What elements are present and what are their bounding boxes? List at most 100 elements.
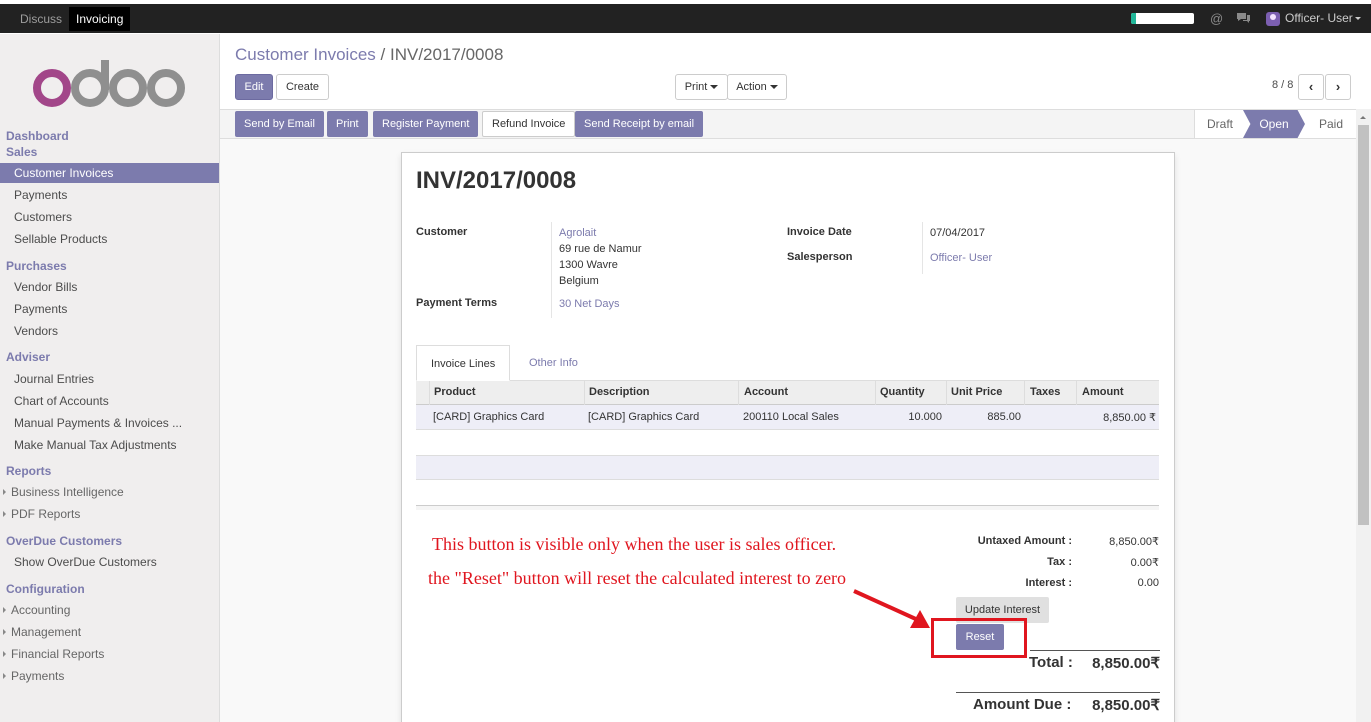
- sidebar-item-label: Business Intelligence: [11, 485, 124, 499]
- sidebar-item-journal-entries[interactable]: Journal Entries: [14, 372, 94, 386]
- salesperson-link[interactable]: Officer- User: [930, 252, 992, 264]
- app-invoicing[interactable]: Invoicing: [69, 7, 131, 31]
- sidebar-item-manual-payments[interactable]: Manual Payments & Invoices ...: [14, 416, 182, 430]
- print-invoice-button[interactable]: Print: [327, 111, 368, 137]
- cell-amount: 8,850.00 ₹: [1103, 412, 1156, 424]
- annotation-arrow-icon: [853, 589, 930, 628]
- user-menu[interactable]: Officer- User: [1285, 11, 1361, 25]
- interest-value: 0.00: [1137, 577, 1159, 589]
- col-amount[interactable]: Amount: [1082, 386, 1124, 398]
- stage-pipeline: Draft Open Paid: [1194, 110, 1356, 138]
- column-divider: [738, 381, 739, 405]
- tab-invoice-lines[interactable]: Invoice Lines: [416, 345, 511, 381]
- invoice-date-label: Invoice Date: [787, 226, 852, 238]
- col-taxes[interactable]: Taxes: [1030, 386, 1060, 398]
- pager-next-button[interactable]: ›: [1325, 74, 1351, 100]
- at-icon[interactable]: @: [1210, 11, 1223, 26]
- sidebar-item-customer-invoices[interactable]: Customer Invoices: [0, 163, 219, 183]
- address-line: 69 rue de Namur: [559, 243, 642, 255]
- column-divider: [875, 381, 876, 405]
- sidebar-item-chart-of-accounts[interactable]: Chart of Accounts: [14, 394, 109, 408]
- statusbar: Send by Email Print Register Payment Ref…: [220, 109, 1356, 139]
- register-payment-button[interactable]: Register Payment: [373, 111, 479, 137]
- table-row[interactable]: [416, 455, 1159, 480]
- send-by-email-button[interactable]: Send by Email: [235, 111, 324, 137]
- sidebar-item-vendor-bills[interactable]: Vendor Bills: [14, 280, 77, 294]
- scroll-up-icon[interactable]: [1360, 113, 1366, 119]
- payment-terms-link[interactable]: 30 Net Days: [559, 298, 620, 310]
- scrollbar[interactable]: [1356, 109, 1371, 722]
- invoice-number: INV/2017/0008: [416, 167, 577, 194]
- address-line: Belgium: [559, 275, 599, 287]
- sidebar-item-vendor-payments[interactable]: Payments: [14, 302, 67, 316]
- stage-draft[interactable]: Draft: [1195, 110, 1245, 138]
- sidebar-item-sellable-products[interactable]: Sellable Products: [14, 232, 107, 246]
- total-value: 8,850.00₹: [1092, 655, 1160, 672]
- field-divider: [922, 222, 923, 274]
- sidebar-item-label: Management: [11, 625, 82, 639]
- breadcrumb-separator: /: [380, 45, 386, 64]
- top-navbar: Discuss Invoicing @ Officer- User: [0, 0, 1371, 34]
- menu-configuration-header: Configuration: [6, 582, 85, 596]
- untaxed-amount-value: 8,850.00₹: [1109, 536, 1159, 548]
- sidebar-item-label: Payments: [11, 669, 65, 683]
- annotation-line-1: This button is visible only when the use…: [432, 534, 837, 554]
- cell-quantity: 10.000: [908, 411, 942, 423]
- app-discuss[interactable]: Discuss: [13, 7, 69, 31]
- stage-paid[interactable]: Paid: [1305, 110, 1357, 138]
- amount-due-value: 8,850.00₹: [1092, 697, 1160, 714]
- customer-link[interactable]: Agrolait: [559, 227, 596, 239]
- chevron-down-icon: [710, 85, 719, 93]
- sidebar-item-show-overdue[interactable]: Show OverDue Customers: [14, 555, 157, 569]
- sidebar-item-accounting[interactable]: Accounting: [2, 603, 70, 617]
- pager-previous-button[interactable]: ‹: [1298, 74, 1324, 100]
- payment-terms-label: Payment Terms: [416, 297, 498, 309]
- edit-button[interactable]: Edit: [235, 74, 273, 100]
- table-row[interactable]: [CARD] Graphics Card [CARD] Graphics Car…: [416, 405, 1159, 430]
- amount-due-divider: [956, 692, 1160, 693]
- col-quantity[interactable]: Quantity: [880, 386, 925, 398]
- stage-open[interactable]: Open: [1243, 110, 1305, 138]
- send-receipt-button[interactable]: Send Receipt by email: [575, 111, 704, 137]
- action-dropdown-label: Action: [736, 81, 767, 93]
- interest-label: Interest :: [1025, 577, 1072, 589]
- menu-dashboard[interactable]: Dashboard: [6, 129, 69, 143]
- col-unit-price[interactable]: Unit Price: [951, 386, 1002, 398]
- scroll-thumb[interactable]: [1358, 125, 1369, 525]
- tab-other-info[interactable]: Other Info: [515, 345, 592, 381]
- progress-bar: [1131, 13, 1194, 24]
- tax-label: Tax :: [1047, 556, 1072, 568]
- print-dropdown[interactable]: Print: [675, 74, 728, 100]
- chat-icon[interactable]: [1236, 11, 1251, 27]
- table-footer: [416, 505, 1159, 510]
- column-divider: [946, 381, 947, 405]
- refund-invoice-button[interactable]: Refund Invoice: [482, 111, 576, 137]
- customer-label: Customer: [416, 226, 468, 238]
- cell-description: [CARD] Graphics Card: [588, 411, 700, 423]
- column-divider: [584, 381, 585, 405]
- create-button[interactable]: Create: [276, 74, 329, 100]
- progress-fill: [1131, 13, 1137, 24]
- sidebar-item-pdf-reports[interactable]: PDF Reports: [2, 507, 81, 521]
- odoo-logo[interactable]: [32, 58, 187, 110]
- action-dropdown[interactable]: Action: [727, 74, 787, 100]
- sidebar-item-manual-tax[interactable]: Make Manual Tax Adjustments: [14, 438, 177, 452]
- col-product[interactable]: Product: [434, 386, 476, 398]
- annotation-highlight-box: [931, 618, 1027, 658]
- sidebar-item-config-payments[interactable]: Payments: [2, 669, 65, 683]
- sidebar-item-label: PDF Reports: [11, 507, 81, 521]
- col-account[interactable]: Account: [744, 386, 788, 398]
- col-description[interactable]: Description: [589, 386, 650, 398]
- breadcrumb: Customer Invoices / INV/2017/0008: [235, 45, 503, 65]
- avatar[interactable]: [1266, 12, 1280, 26]
- untaxed-amount-label: Untaxed Amount :: [977, 535, 1072, 547]
- sidebar-item-management[interactable]: Management: [2, 625, 82, 639]
- menu-reports-header: Reports: [6, 464, 52, 478]
- menu-overdue-header: OverDue Customers: [6, 534, 123, 548]
- sidebar-item-customers[interactable]: Customers: [14, 210, 72, 224]
- breadcrumb-parent[interactable]: Customer Invoices: [235, 45, 376, 64]
- sidebar-item-vendors[interactable]: Vendors: [14, 324, 58, 338]
- sidebar-item-payments[interactable]: Payments: [14, 188, 67, 202]
- sidebar-item-business-intelligence[interactable]: Business Intelligence: [3, 485, 124, 499]
- sidebar-item-financial-reports[interactable]: Financial Reports: [2, 647, 104, 661]
